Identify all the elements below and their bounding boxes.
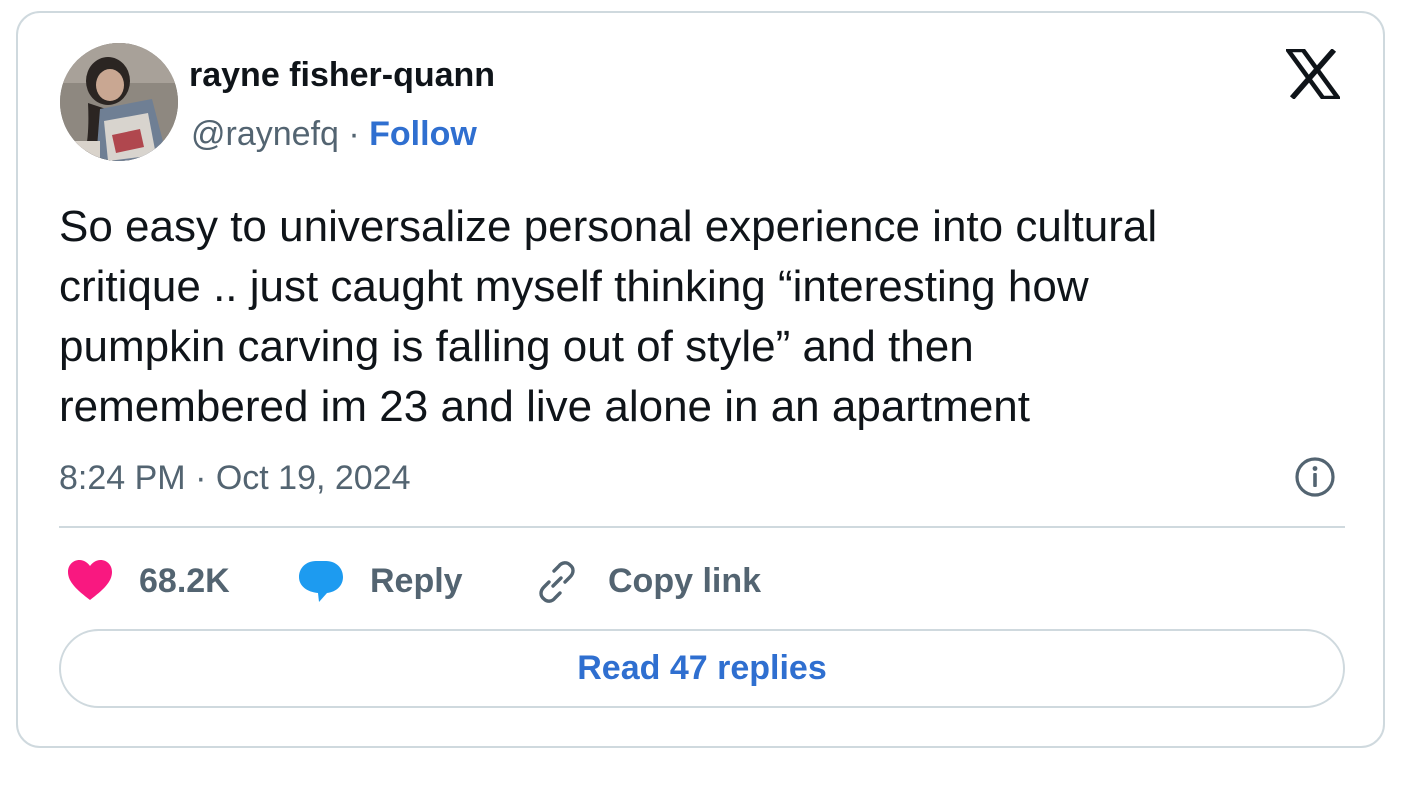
handle-separator: ·: [338, 115, 370, 153]
reply-label: Reply: [370, 562, 463, 600]
tweet-timestamp[interactable]: 8:24 PM · Oct 19, 2024: [59, 459, 411, 498]
author-name[interactable]: rayne fisher-quann: [189, 56, 495, 95]
tweet-text-line: critique .. just caught myself thinking …: [59, 262, 1089, 311]
tweet-text-line: pumpkin carving is falling out of style”…: [59, 322, 974, 371]
follow-button[interactable]: Follow: [369, 115, 477, 153]
like-count: 68.2K: [139, 562, 230, 600]
copy-link-label: Copy link: [608, 562, 762, 600]
avatar-image: [60, 43, 178, 161]
speech-bubble-icon: [299, 561, 343, 602]
link-icon: [539, 561, 575, 603]
divider: [59, 526, 1345, 528]
tweet-card: rayne fisher-quann @raynefq · Follow So …: [16, 11, 1385, 748]
tweet-text-line: remembered im 23 and live alone in an ap…: [59, 382, 1030, 431]
read-replies-label: Read 47 replies: [577, 649, 827, 687]
author-handle-row: @raynefq · Follow: [191, 115, 477, 154]
read-replies-button[interactable]: Read 47 replies: [59, 629, 1345, 708]
avatar[interactable]: [60, 43, 178, 161]
tweet-text: So easy to universalize personal experie…: [59, 197, 1349, 437]
tweet-text-line: So easy to universalize personal experie…: [59, 202, 1158, 251]
author-handle[interactable]: @raynefq: [191, 115, 339, 153]
x-logo-icon[interactable]: [1286, 49, 1340, 99]
heart-icon: [68, 560, 112, 600]
info-icon[interactable]: [1294, 456, 1336, 498]
